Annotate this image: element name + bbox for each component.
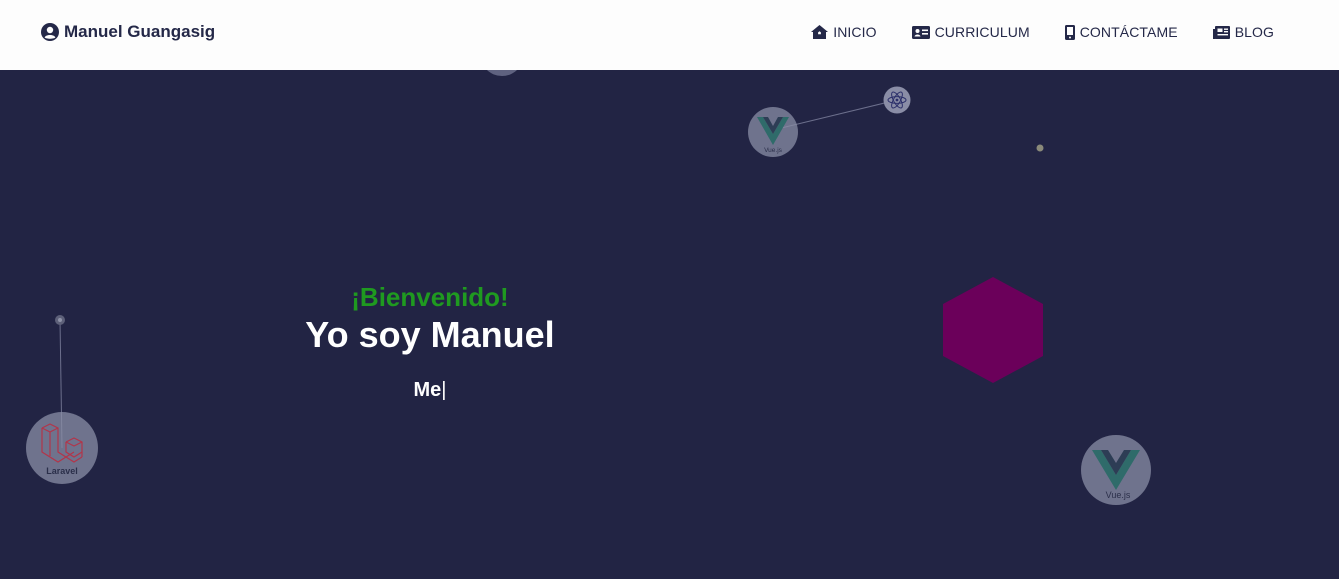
newspaper-icon	[1212, 25, 1230, 39]
vue-label: Vue.js	[1106, 490, 1131, 500]
small-particle-inner	[58, 318, 62, 322]
navbar: Manuel Guangasig INICIO CURRICULUM CONTÁ…	[0, 0, 1339, 70]
nav-item-contactame[interactable]: CONTÁCTAME	[1064, 24, 1178, 40]
nav-label: CONTÁCTAME	[1079, 24, 1178, 40]
nav-item-inicio[interactable]: INICIO	[811, 24, 876, 40]
laravel-label: Laravel	[46, 466, 78, 476]
nav-menu: INICIO CURRICULUM CONTÁCTAME BLOG	[811, 24, 1274, 40]
typed-text-line: Me|	[230, 378, 630, 402]
home-icon	[811, 25, 829, 39]
hexagon-shape	[943, 277, 1043, 383]
user-circle-icon	[41, 23, 59, 41]
mobile-phone-icon	[1064, 24, 1075, 40]
hero-section: ¡Bienvenido! Yo soy Manuel Me|	[230, 280, 630, 402]
hero-title: Yo soy Manuel	[305, 314, 555, 355]
typing-cursor: |	[441, 379, 447, 401]
nav-label: CURRICULUM	[934, 24, 1030, 40]
nav-item-curriculum[interactable]: CURRICULUM	[911, 24, 1030, 40]
nav-label: INICIO	[833, 24, 877, 40]
react-icon	[883, 86, 911, 114]
nav-item-blog[interactable]: BLOG	[1212, 24, 1274, 40]
particles-background: Vue.js Vue.js Laravel	[26, 32, 1151, 505]
laravel-icon: Laravel	[26, 412, 98, 484]
nav-label: BLOG	[1234, 24, 1274, 40]
small-particle	[1036, 144, 1044, 152]
typed-text: Me	[413, 379, 442, 401]
greeting-text: ¡Bienvenido!	[351, 282, 509, 312]
vue-label: Vue.js	[764, 147, 783, 154]
id-card-icon	[911, 25, 930, 39]
vue-icon: Vue.js	[748, 107, 798, 157]
brand-link[interactable]: Manuel Guangasig	[41, 22, 215, 42]
brand-name: Manuel Guangasig	[64, 22, 216, 41]
vue-icon: Vue.js	[1081, 435, 1151, 505]
